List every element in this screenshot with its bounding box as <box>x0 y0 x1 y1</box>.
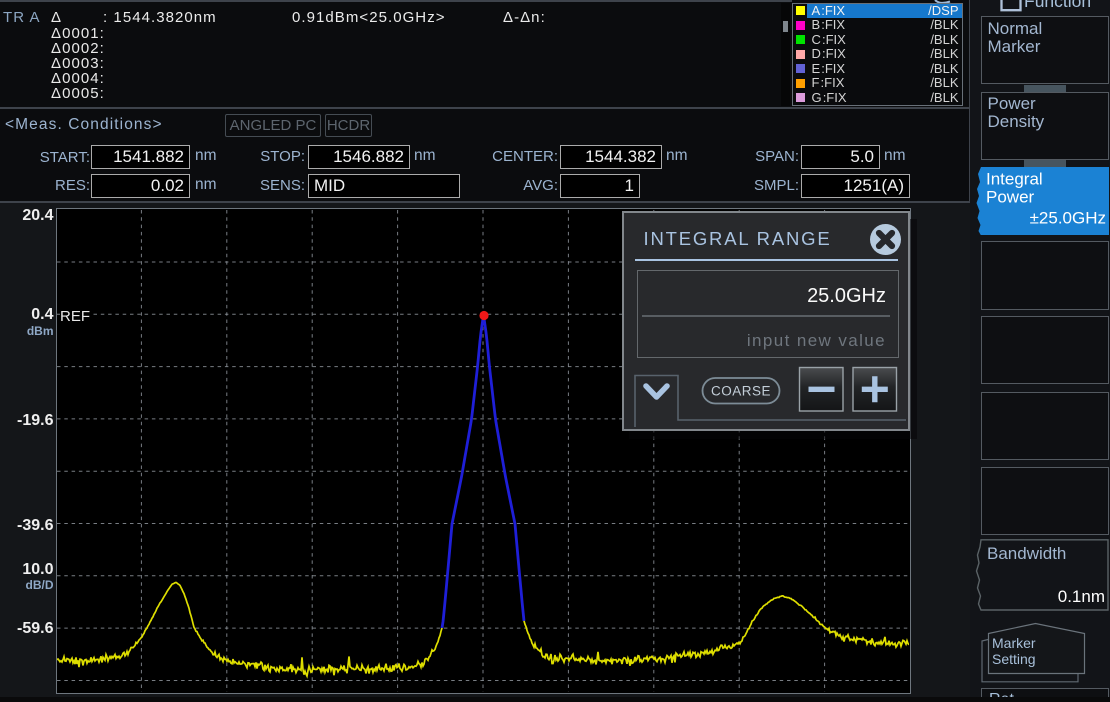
svg-text:0.1nm: 0.1nm <box>1058 587 1105 606</box>
svg-text:Integral: Integral <box>986 169 1043 188</box>
svg-text:COARSE: COARSE <box>710 384 770 399</box>
svg-text:±25.0GHz: ±25.0GHz <box>1030 208 1106 227</box>
svg-text:Bandwidth: Bandwidth <box>987 544 1066 563</box>
svg-text:Power: Power <box>986 187 1035 206</box>
svg-text:Setting: Setting <box>992 651 1036 667</box>
svg-text:Marker: Marker <box>992 635 1036 651</box>
